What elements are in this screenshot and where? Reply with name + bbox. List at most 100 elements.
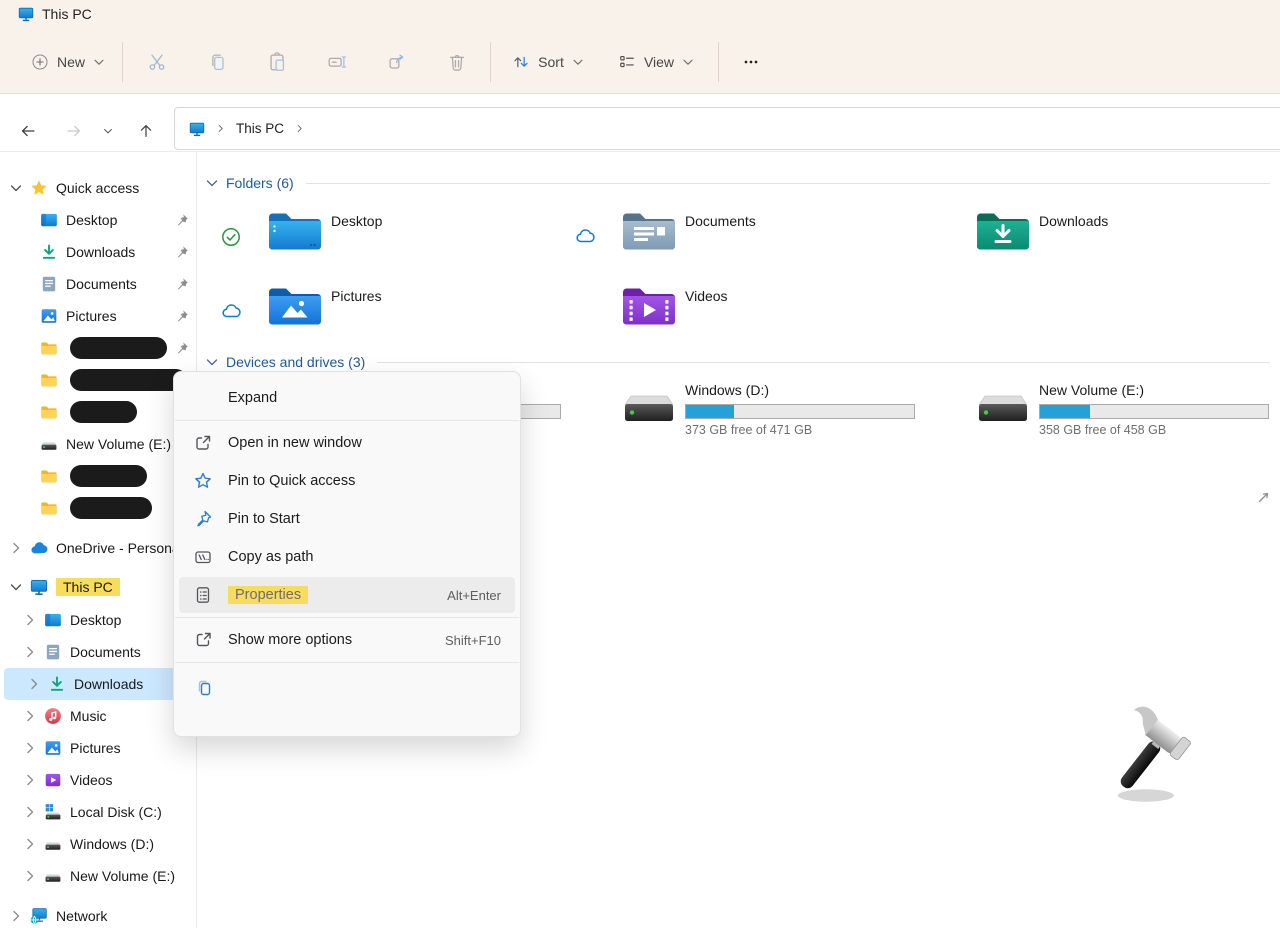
sidebar-item-desktop-pc[interactable]: Desktop <box>0 604 196 636</box>
paste-button[interactable] <box>257 44 297 80</box>
more-options-button[interactable] <box>731 44 771 80</box>
chevron-down-icon <box>681 55 695 69</box>
sidebar-item-this-pc[interactable]: This PC <box>0 571 196 603</box>
sidebar-item-music[interactable]: Music <box>0 700 196 732</box>
sidebar-item-downloads-pc-selected[interactable]: Downloads <box>4 668 192 700</box>
folder-tile-videos[interactable]: Videos <box>567 280 917 348</box>
sidebar-label: New Volume (E:) <box>66 436 171 452</box>
folder-tile-label: Desktop <box>331 213 382 229</box>
drives-section-header[interactable]: Devices and drives (3) <box>204 351 1270 373</box>
folders-section-header[interactable]: Folders (6) <box>204 172 1270 194</box>
sidebar-item-redacted-folder[interactable] <box>0 332 196 364</box>
chevron-right-icon[interactable] <box>22 740 38 756</box>
drive-icon <box>44 835 62 853</box>
documents-folder-icon <box>621 209 677 253</box>
properties-icon <box>193 585 213 605</box>
sidebar-item-onedrive[interactable]: OneDrive - Personal <box>0 532 196 564</box>
trash-icon <box>446 51 468 73</box>
downloads-icon <box>40 243 58 261</box>
new-button[interactable]: New <box>22 44 114 80</box>
sidebar-item-documents-qa[interactable]: Documents <box>0 268 196 300</box>
menu-shortcut: Shift+F10 <box>445 633 501 648</box>
menu-item-pin-to-start[interactable]: Pin to Start <box>179 501 515 537</box>
sidebar-item-desktop-qa[interactable]: Desktop <box>0 204 196 236</box>
show-more-options-icon <box>193 630 213 650</box>
sidebar-label: Network <box>56 908 107 924</box>
chevron-right-icon[interactable] <box>22 708 38 724</box>
breadcrumb-chevron-icon <box>294 123 305 134</box>
sidebar-label: Desktop <box>70 612 121 628</box>
hard-drive-icon <box>621 388 677 428</box>
documents-icon <box>40 275 58 293</box>
chevron-down-icon[interactable] <box>8 180 24 196</box>
chevron-right-icon[interactable] <box>22 804 38 820</box>
menu-item-expand[interactable]: Expand <box>179 380 515 416</box>
new-button-label: New <box>57 54 85 70</box>
menu-item-show-more-options[interactable]: Show more options Shift+F10 <box>179 622 515 658</box>
folder-tile-downloads[interactable]: Downloads <box>921 205 1271 273</box>
chevron-right-icon[interactable] <box>22 836 38 852</box>
sidebar-item-redacted-folder[interactable] <box>0 460 196 492</box>
sidebar-item-pictures-pc[interactable]: Pictures <box>0 732 196 764</box>
menu-item-properties[interactable]: Properties Alt+Enter <box>179 577 515 613</box>
chevron-right-icon[interactable] <box>22 868 38 884</box>
sidebar-item-quick-access[interactable]: Quick access <box>0 172 196 204</box>
chevron-down-icon[interactable] <box>8 579 24 595</box>
sidebar-item-windows-d[interactable]: Windows (D:) <box>0 828 196 860</box>
folder-tile-label: Pictures <box>331 288 382 304</box>
sidebar-item-redacted-folder[interactable] <box>0 492 196 524</box>
cut-button[interactable] <box>137 44 177 80</box>
breadcrumb-this-pc[interactable]: This PC <box>236 121 284 136</box>
folder-icon <box>40 403 58 421</box>
sort-button-label: Sort <box>538 54 564 70</box>
chevron-right-icon[interactable] <box>26 676 42 692</box>
forward-button[interactable] <box>60 117 88 145</box>
chevron-right-icon[interactable] <box>22 612 38 628</box>
sidebar-item-new-volume-e-qa[interactable]: New Volume (E:) <box>0 428 196 460</box>
chevron-right-icon[interactable] <box>8 540 24 556</box>
view-button[interactable]: View <box>610 44 702 80</box>
back-button[interactable] <box>14 117 42 145</box>
up-button[interactable] <box>132 117 160 145</box>
sidebar-item-redacted-folder[interactable] <box>0 396 196 428</box>
menu-item-copy-as-path[interactable]: Copy as path <box>179 539 515 575</box>
menu-item-open-new-window[interactable]: Open in new window <box>179 425 515 461</box>
drive-usage-fill <box>1040 405 1090 418</box>
sidebar-item-videos[interactable]: Videos <box>0 764 196 796</box>
sort-button[interactable]: Sort <box>505 44 591 80</box>
chevron-down-icon[interactable] <box>204 175 220 191</box>
copy-button[interactable] <box>197 44 237 80</box>
chevron-right-icon[interactable] <box>8 908 24 924</box>
sidebar-item-downloads-qa[interactable]: Downloads <box>0 236 196 268</box>
folder-tile-label: Documents <box>685 213 756 229</box>
window-title: This PC <box>42 6 92 22</box>
folder-tile-pictures[interactable]: Pictures <box>213 280 563 348</box>
chevron-down-icon[interactable] <box>204 354 220 370</box>
folder-icon <box>40 339 58 357</box>
menu-separator <box>175 617 519 618</box>
sidebar-item-local-disk-c[interactable]: Local Disk (C:) <box>0 796 196 828</box>
chevron-right-icon[interactable] <box>22 772 38 788</box>
toolbar-separator <box>718 42 719 82</box>
menu-item-pin-to-quick-access[interactable]: Pin to Quick access <box>179 463 515 499</box>
delete-button[interactable] <box>437 44 477 80</box>
folder-tile-desktop[interactable]: Desktop <box>213 205 563 273</box>
rename-button[interactable] <box>317 44 357 80</box>
cloud-status-icon <box>575 227 595 247</box>
sidebar-item-pictures-qa[interactable]: Pictures <box>0 300 196 332</box>
chevron-right-icon[interactable] <box>22 644 38 660</box>
sidebar-item-network[interactable]: Network <box>0 900 196 928</box>
drive-tile-new-volume-e[interactable]: New Volume (E:) 358 GB free of 458 GB <box>921 380 1271 442</box>
sidebar-label: Pictures <box>66 308 117 324</box>
sidebar-item-documents-pc[interactable]: Documents <box>0 636 196 668</box>
folder-tile-documents[interactable]: Documents <box>567 205 917 273</box>
menu-item-copy[interactable] <box>179 667 515 707</box>
sidebar-item-new-volume-e[interactable]: New Volume (E:) <box>0 860 196 892</box>
address-bar[interactable]: This PC <box>174 107 1280 150</box>
share-button[interactable] <box>377 44 417 80</box>
sidebar-item-redacted-folder[interactable] <box>0 364 196 396</box>
drive-tile-windows-d[interactable]: Windows (D:) 373 GB free of 471 GB <box>567 380 917 442</box>
recent-locations-button[interactable] <box>98 117 118 145</box>
ellipsis-icon <box>741 52 761 72</box>
sidebar-label: Downloads <box>66 244 135 260</box>
